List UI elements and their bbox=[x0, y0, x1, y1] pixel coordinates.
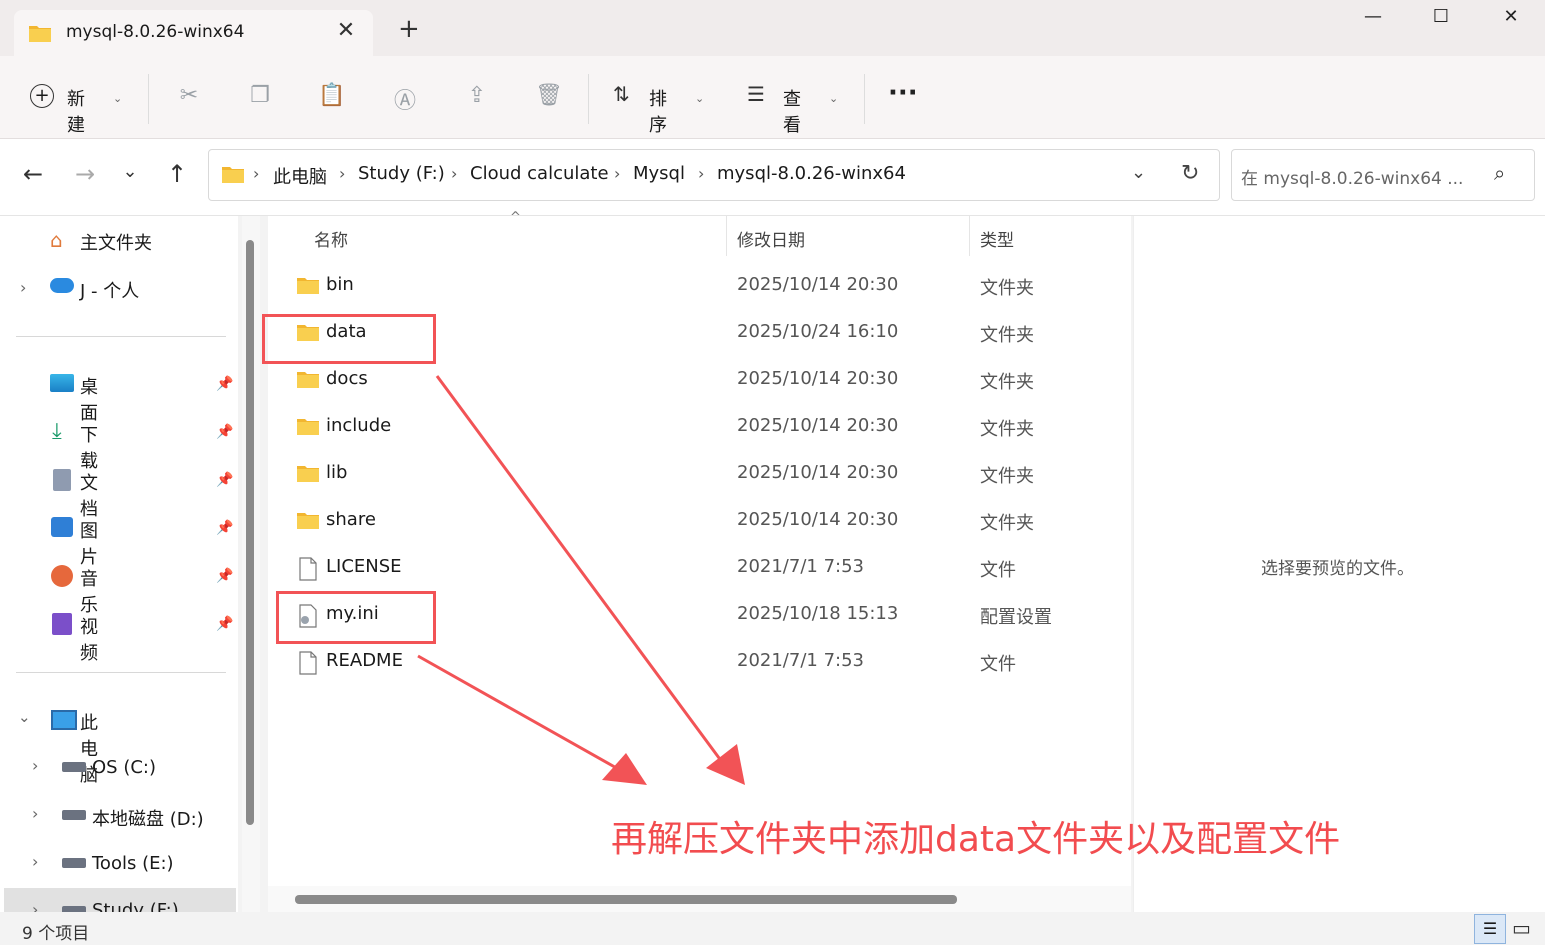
arrow-head bbox=[602, 753, 647, 785]
annotation-arrows bbox=[417, 375, 745, 785]
arrow-line bbox=[435, 375, 724, 763]
annotation-text: 再解压文件夹中添加data文件夹以及配置文件 bbox=[611, 819, 1341, 860]
arrow-line bbox=[417, 654, 621, 772]
